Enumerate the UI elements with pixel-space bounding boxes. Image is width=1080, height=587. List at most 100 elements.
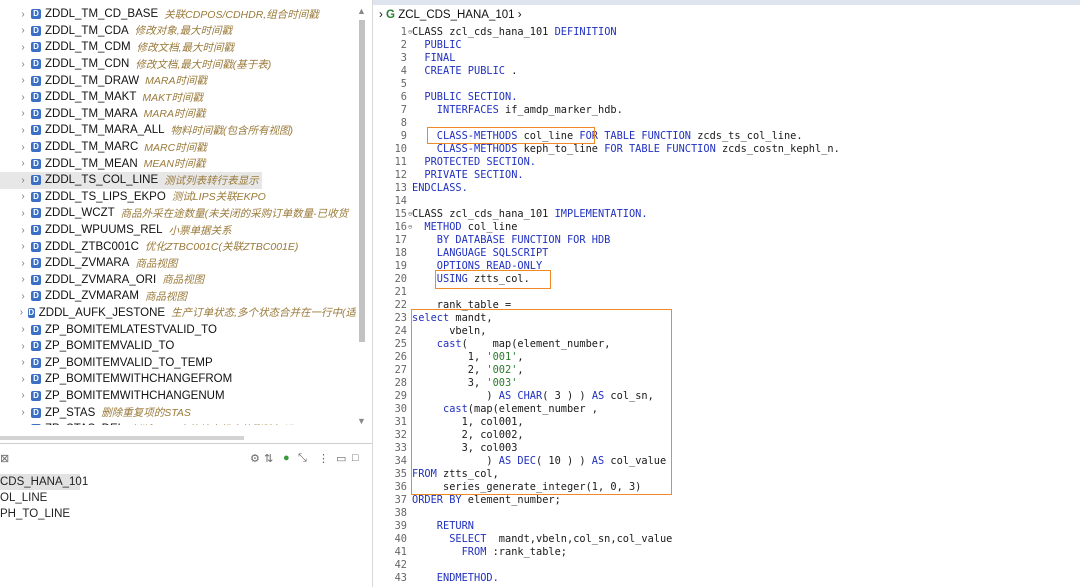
code-line[interactable]: 13 ENDCLASS. [373, 182, 1080, 195]
code-line[interactable]: 41 FROM :rank_table; [373, 546, 1080, 559]
chevron-right-icon[interactable]: › [18, 208, 28, 219]
tree-item[interactable]: › D ZDDL_TM_MARA_ALL 物料时间戳(包含所有视图) [0, 122, 356, 139]
code-line[interactable]: 3 FINAL [373, 52, 1080, 65]
minimize-icon[interactable]: ▭ [336, 452, 346, 465]
chevron-right-icon[interactable]: › [18, 25, 28, 36]
breadcrumb-class-name[interactable]: ZCL_CDS_HANA_101 [398, 9, 514, 21]
tree-item[interactable]: › D ZP_STAS 删除重复项的STAS [0, 404, 356, 421]
chevron-right-icon[interactable]: › [18, 324, 28, 335]
sort-icon[interactable]: ⇅ [264, 452, 273, 465]
tree-item[interactable]: › D ZDDL_TM_CDN 修改文档,最大时间戳(基于表) [0, 56, 356, 73]
tree-item[interactable]: › D ZDDL_ZVMARA 商品视图 [0, 255, 356, 272]
code-line[interactable]: 6 PUBLIC SECTION. [373, 91, 1080, 104]
fold-toggle-icon[interactable]: ⊖ [408, 26, 412, 39]
chevron-right-icon[interactable]: › [18, 390, 28, 401]
code-line[interactable]: 40 SELECT mandt,vbeln,col_sn,col_value [373, 533, 1080, 546]
hide-fields-icon[interactable]: ⤡ [298, 452, 307, 465]
chevron-right-icon[interactable]: › [18, 92, 28, 103]
code-line[interactable]: 11 PROTECTED SECTION. [373, 156, 1080, 169]
filter-icon[interactable]: ⚙ [250, 452, 260, 465]
tree-item[interactable]: › D ZDDL_TM_MARA MARA时间戳 [0, 106, 356, 123]
fold-toggle-icon[interactable]: ⊖ [408, 221, 412, 234]
breadcrumb[interactable]: › G ZCL_CDS_HANA_101 › [379, 9, 522, 21]
code-line[interactable]: 43 ENDMETHOD. [373, 572, 1080, 585]
chevron-right-icon[interactable]: › [18, 191, 28, 202]
chevron-right-icon[interactable]: › [18, 9, 28, 20]
tree-item[interactable]: › D ZDDL_ZVMARAM 商品视图 [0, 288, 356, 305]
line-number: 41 [394, 546, 407, 558]
scroll-up-arrow-icon[interactable]: ▲ [357, 6, 366, 16]
code-line[interactable]: 1 ⊖ CLASS zcl_cds_hana_101 DEFINITION [373, 26, 1080, 39]
code-line[interactable]: 18 LANGUAGE SQLSCRIPT [373, 247, 1080, 260]
chevron-right-icon[interactable]: › [18, 142, 28, 153]
tree-horizontal-scrollbar[interactable] [0, 436, 244, 440]
code-line[interactable]: 38 [373, 507, 1080, 520]
chevron-right-icon[interactable]: › [18, 424, 28, 425]
chevron-right-icon[interactable]: › [18, 125, 28, 136]
tree-item-description: MEAN时间戳 [143, 158, 206, 171]
chevron-right-icon[interactable]: › [18, 341, 28, 352]
tree-item[interactable]: › D ZP_BOMITEMWITHCHANGENUM [0, 388, 356, 405]
tree-item[interactable]: › D ZDDL_TM_CDA 修改对象,最大时间戳 [0, 23, 356, 40]
code-line[interactable]: 5 [373, 78, 1080, 91]
tree-item[interactable]: › D ZDDL_TM_MAKT MAKT时间戳 [0, 89, 356, 106]
outline-item[interactable]: PH_TO_LINE [0, 506, 80, 522]
code-line[interactable]: 4 CREATE PUBLIC . [373, 65, 1080, 78]
tree-item[interactable]: › D ZDDL_ZVMARA_ORI 商品视图 [0, 272, 356, 289]
fold-toggle-icon[interactable]: ⊖ [408, 208, 412, 221]
code-line[interactable]: 37 ORDER BY element_number; [373, 494, 1080, 507]
outline-item[interactable]: CDS_HANA_101 [0, 474, 88, 490]
chevron-right-icon[interactable]: › [18, 407, 28, 418]
outline-close-icon[interactable]: ⊠ [0, 452, 9, 465]
code-line[interactable]: 2 PUBLIC [373, 39, 1080, 52]
code-line[interactable]: 12 PRIVATE SECTION. [373, 169, 1080, 182]
chevron-right-icon[interactable]: › [18, 175, 28, 186]
tree-item[interactable]: › D ZDDL_WPUUMS_REL 小票单据关系 [0, 222, 356, 239]
tree-item[interactable]: › D ZP_BOMITEMVALID_TO [0, 338, 356, 355]
code-editor[interactable]: 1 ⊖ CLASS zcl_cds_hana_101 DEFINITION 2 PUB… [373, 26, 1080, 585]
code-line[interactable]: 15 ⊖ CLASS zcl_cds_hana_101 IMPLEMENTATION… [373, 208, 1080, 221]
code-line[interactable]: 10 CLASS-METHODS keph_to_line FOR TABLE … [373, 143, 1080, 156]
code-line[interactable]: 17 BY DATABASE FUNCTION FOR HDB [373, 234, 1080, 247]
tree-item[interactable]: › D ZDDL_TM_MEAN MEAN时间戳 [0, 155, 356, 172]
chevron-right-icon[interactable]: › [18, 225, 28, 236]
chevron-right-icon[interactable]: › [18, 291, 28, 302]
chevron-right-icon[interactable]: › [18, 274, 28, 285]
tree-item[interactable]: › D ZDDL_AUFK_JESTONE 生产订单状态,多个状态合并在一行中(适 [0, 305, 356, 322]
tree-item[interactable]: › D ZDDL_TS_COL_LINE 测试列表转行表显示 [0, 171, 262, 189]
tree-item[interactable]: › D ZP_BOMITEMVALID_TO_TEMP [0, 354, 356, 371]
tree-item[interactable]: › D ZDDL_ZTBC001C 优化ZTBC001C(关联ZTBC001E) [0, 238, 356, 255]
chevron-right-icon[interactable]: › [18, 42, 28, 53]
code-line[interactable]: 7 INTERFACES if_amdp_marker_hdb. [373, 104, 1080, 117]
tree-item[interactable]: › D ZDDL_TM_CDM 修改文档,最大时间戳 [0, 39, 356, 56]
code-line[interactable]: 16 ⊖ METHOD col_line [373, 221, 1080, 234]
tree-item[interactable]: › D ZDDL_TM_DRAW MARA时间戳 [0, 72, 356, 89]
green-dot-icon[interactable]: ● [283, 452, 290, 464]
chevron-right-icon[interactable]: › [18, 357, 28, 368]
code-line[interactable]: 14 [373, 195, 1080, 208]
chevron-right-icon[interactable]: › [18, 108, 28, 119]
scroll-down-arrow-icon[interactable]: ▼ [357, 416, 366, 426]
tree-item[interactable]: › D ZDDL_TM_MARC MARC时间戳 [0, 139, 356, 156]
tree-item[interactable]: › D ZP_BOMITEMLATESTVALID_TO [0, 321, 356, 338]
tree-item[interactable]: › D ZDDL_TS_LIPS_EKPO 测试LIPS关联EKPO [0, 189, 356, 206]
tree-item[interactable]: › D ZDDL_WCZT 商品外采在途数量(未关闭的采购订单数量-已收货 [0, 205, 356, 222]
scroll-thumb[interactable] [359, 20, 365, 342]
chevron-right-icon[interactable]: › [18, 158, 28, 169]
chevron-right-icon[interactable]: › [18, 59, 28, 70]
tree-item[interactable]: › D ZP_BOMITEMWITHCHANGEFROM [0, 371, 356, 388]
maximize-icon[interactable]: □ [352, 452, 359, 464]
code-line[interactable]: 39 RETURN [373, 520, 1080, 533]
tree-item[interactable]: ›D ZP_STAS_DEL 判断STAS中的特定组合的删除标记 [0, 421, 356, 425]
view-menu-icon[interactable]: ⋮ [318, 452, 329, 465]
chevron-right-icon[interactable]: › [18, 374, 28, 385]
chevron-right-icon[interactable]: › [18, 241, 28, 252]
chevron-right-icon[interactable]: › [18, 75, 28, 86]
chevron-right-icon[interactable]: › [18, 307, 25, 318]
tree-item-description: 商品视图 [144, 290, 187, 303]
outline-item[interactable]: OL_LINE [0, 490, 80, 506]
chevron-right-icon[interactable]: › [18, 258, 28, 269]
tree-vertical-scrollbar[interactable]: ▲ ▼ [356, 6, 368, 430]
tree-item[interactable]: › D ZDDL_TM_CD_BASE 关联CDPOS/CDHDR,组合时间戳 [0, 6, 356, 23]
code-line[interactable]: 42 [373, 559, 1080, 572]
